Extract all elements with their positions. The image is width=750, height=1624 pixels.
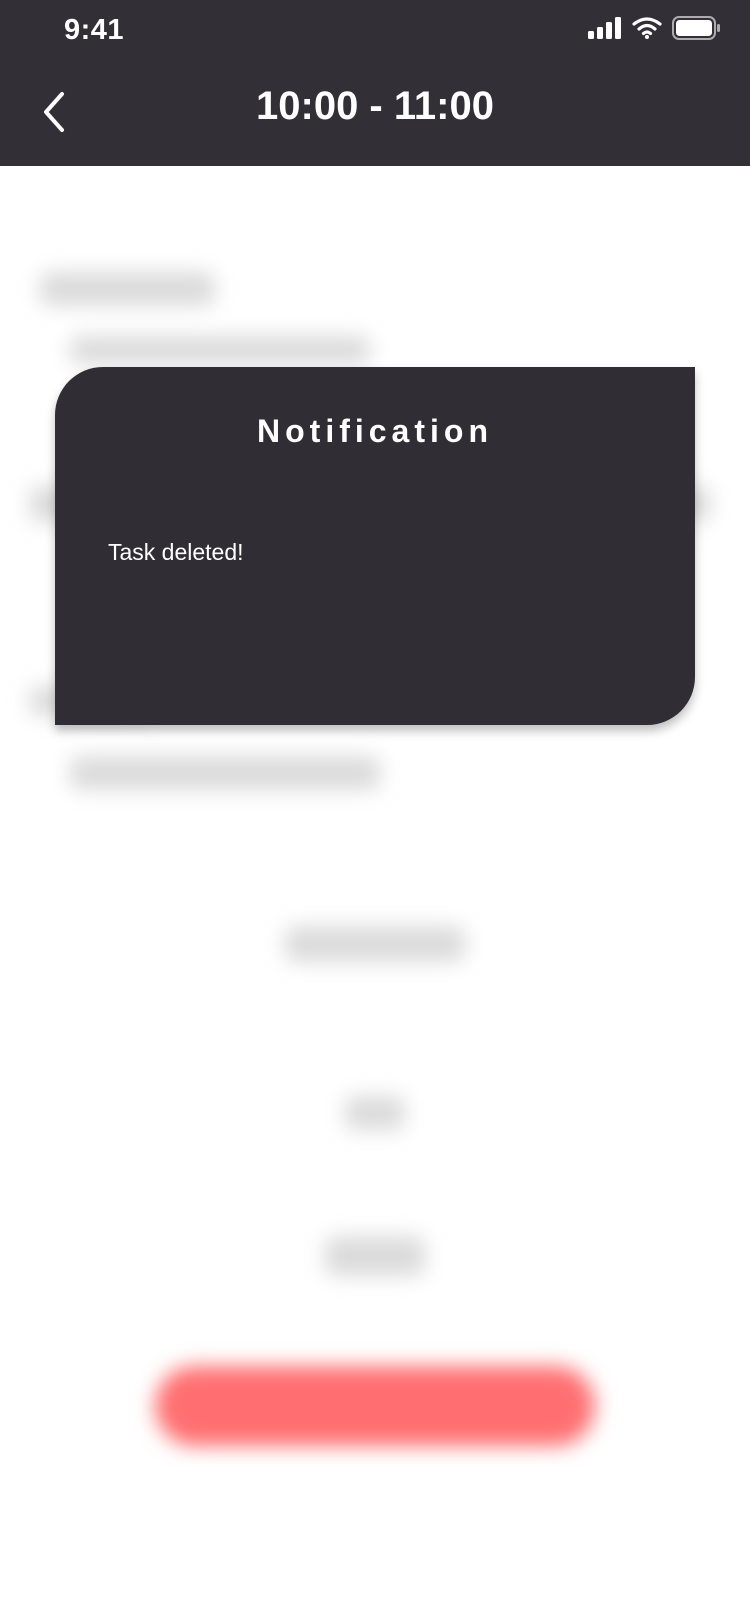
status-icons [588, 15, 722, 45]
blurred-text-block [40, 272, 215, 306]
blurred-text-block [70, 336, 370, 364]
blurred-text-block [325, 1236, 425, 1276]
notification-message: Task deleted! [108, 539, 244, 565]
status-time: 9:41 [64, 14, 125, 46]
wifi-icon [632, 16, 662, 44]
top-bar: 9:41 10:00 - 11:00 [0, 0, 750, 166]
blurred-text-block [285, 926, 465, 962]
notification-dialog: Notification Task deleted! [55, 367, 695, 725]
blurred-text-block [70, 756, 380, 790]
signal-icon [588, 16, 622, 44]
page-title: 10:00 - 11:00 [256, 84, 494, 128]
blurred-text-block [345, 1096, 405, 1130]
blurred-action-button [155, 1366, 595, 1446]
battery-icon [672, 15, 722, 45]
notification-title: Notification [257, 413, 493, 449]
